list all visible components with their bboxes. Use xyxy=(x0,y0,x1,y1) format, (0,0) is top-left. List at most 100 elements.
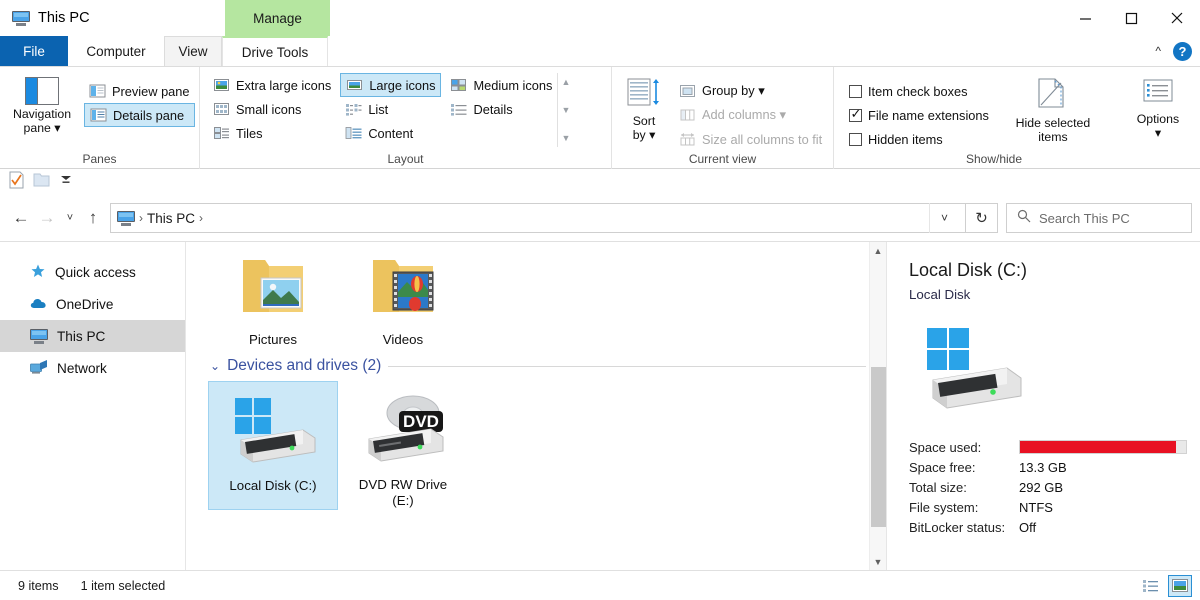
item-pictures[interactable]: Pictures xyxy=(208,242,338,349)
navigation-pane-button[interactable]: Navigation pane ▾ xyxy=(0,73,84,135)
item-check-boxes-checkbox[interactable] xyxy=(849,85,862,98)
size-all-columns-label: Size all columns to fit xyxy=(702,132,822,147)
sidebar-item-this-pc[interactable]: This PC xyxy=(0,320,185,352)
explorer-body: Quick access OneDrive This PC Network xyxy=(0,241,1200,570)
tab-view-label: View xyxy=(178,44,207,59)
options-button[interactable]: Options ▾ xyxy=(1122,73,1194,140)
folders-row: Pictures xyxy=(186,242,886,349)
item-check-boxes-option[interactable]: Item check boxes xyxy=(844,79,994,103)
status-bar: 9 items 1 item selected xyxy=(0,570,1200,600)
navigation-pane-label-2: pane ▾ xyxy=(24,121,61,135)
tab-view[interactable]: View xyxy=(164,36,222,66)
add-columns-label: Add columns ▾ xyxy=(702,107,786,123)
hide-selected-items-button[interactable]: Hide selected items xyxy=(1008,73,1098,144)
new-folder-icon[interactable] xyxy=(33,172,51,193)
back-button[interactable]: ← xyxy=(8,203,34,233)
layout-gallery-scroll[interactable]: ▲ ▼ ▼ xyxy=(557,73,573,147)
list-label: List xyxy=(368,102,388,117)
address-dropdown-icon[interactable]: ˅ xyxy=(929,203,959,233)
item-videos[interactable]: Videos xyxy=(338,242,468,349)
size-columns-icon xyxy=(679,131,696,147)
tab-drive-tools[interactable]: Drive Tools xyxy=(222,36,328,66)
up-button[interactable]: ↑ xyxy=(80,203,106,233)
sidebar-item-onedrive[interactable]: OneDrive xyxy=(0,288,185,320)
layout-small-icons[interactable]: Small icons xyxy=(208,97,336,121)
breadcrumb-separator-1[interactable]: › xyxy=(199,211,203,225)
tab-computer[interactable]: Computer xyxy=(68,36,164,66)
ribbon-right-controls: ^ ? xyxy=(1155,36,1192,66)
sidebar-item-network[interactable]: Network xyxy=(0,352,185,384)
customize-dropdown-icon[interactable] xyxy=(59,173,73,191)
sidebar-item-quick-access[interactable]: Quick access xyxy=(0,256,185,288)
sort-by-button[interactable]: Sort by ▾ xyxy=(620,73,668,142)
breadcrumb-item-this-pc[interactable]: This PC xyxy=(147,211,195,226)
collapse-ribbon-icon[interactable]: ^ xyxy=(1155,44,1161,58)
this-pc-icon xyxy=(12,11,30,26)
item-pictures-label: Pictures xyxy=(245,331,301,349)
group-header-devices-and-drives[interactable]: ⌄ Devices and drives (2) xyxy=(186,357,886,375)
maximize-button[interactable] xyxy=(1108,0,1154,36)
large-icons-view-button[interactable] xyxy=(1168,575,1192,597)
scroll-up-icon[interactable]: ▲ xyxy=(870,242,886,259)
property-key-space-used: Space used: xyxy=(909,440,1019,455)
sidebar-label-network: Network xyxy=(57,361,107,376)
details-pane-toggle[interactable]: Details pane xyxy=(84,103,195,127)
file-name-extensions-checkbox[interactable] xyxy=(849,109,862,122)
scrollbar-thumb[interactable] xyxy=(871,367,886,527)
contextual-tab-manage[interactable]: Manage xyxy=(225,0,330,36)
details-properties: Space used: Space free: 13.3 GB Total si… xyxy=(909,437,1200,537)
details-label: Details xyxy=(473,102,512,117)
content-scrollbar[interactable]: ▲ ▼ xyxy=(869,242,886,570)
scroll-down-icon[interactable]: ▼ xyxy=(870,553,886,570)
search-input[interactable]: Search This PC xyxy=(1006,203,1192,233)
layout-medium-icons[interactable]: Medium icons xyxy=(445,73,557,97)
preview-pane-toggle[interactable]: Preview pane xyxy=(84,79,195,103)
layout-content[interactable]: Content xyxy=(340,121,441,145)
group-by-button[interactable]: Group by ▾ xyxy=(674,79,827,103)
properties-icon[interactable] xyxy=(8,171,25,194)
layout-large-icons[interactable]: Large icons xyxy=(340,73,441,97)
local-disk-large-icon xyxy=(919,324,1200,421)
close-button[interactable] xyxy=(1154,0,1200,36)
breadcrumb[interactable]: › This PC › ˅ xyxy=(110,203,966,233)
pictures-folder-icon xyxy=(235,250,311,327)
hidden-items-option[interactable]: Hidden items xyxy=(844,127,994,151)
property-row-bitlocker-status: BitLocker status: Off xyxy=(909,517,1200,537)
size-all-columns-button: Size all columns to fit xyxy=(674,127,827,151)
property-value-total-size: 292 GB xyxy=(1019,480,1063,495)
layout-tiles[interactable]: Tiles xyxy=(208,121,336,145)
extra-large-icons-icon xyxy=(213,77,230,93)
item-dvd-rw-drive-e[interactable]: DVD DVD RW Drive (E:) xyxy=(338,381,468,510)
tab-file[interactable]: File xyxy=(0,36,68,66)
chevron-down-icon[interactable]: ⌄ xyxy=(210,359,220,373)
options-label-2: ▾ xyxy=(1155,126,1161,140)
window-title-area: This PC xyxy=(0,0,90,36)
hidden-items-label: Hidden items xyxy=(868,132,943,147)
small-icons-icon xyxy=(213,101,230,117)
sidebar-label-this-pc: This PC xyxy=(57,329,105,344)
preview-pane-label: Preview pane xyxy=(112,84,190,99)
hidden-items-checkbox[interactable] xyxy=(849,133,862,146)
file-name-extensions-option[interactable]: File name extensions xyxy=(844,103,994,127)
file-list-view[interactable]: Pictures xyxy=(186,242,886,570)
tab-computer-label: Computer xyxy=(86,44,145,59)
gallery-scroll-up-icon[interactable]: ▲ xyxy=(561,77,570,87)
details-view-button[interactable] xyxy=(1138,575,1162,597)
quick-access-toolbar xyxy=(0,169,1200,195)
help-icon[interactable]: ? xyxy=(1173,42,1192,61)
drives-row: Local Disk (C:) DVD xyxy=(186,381,886,510)
refresh-button[interactable]: ↻ xyxy=(966,203,998,233)
medium-icons-label: Medium icons xyxy=(473,78,552,93)
gallery-scroll-down-icon[interactable]: ▼ xyxy=(561,105,570,115)
layout-list[interactable]: List xyxy=(340,97,441,121)
recent-locations-button[interactable]: ˅ xyxy=(60,203,80,233)
ribbon-group-current-view-label: Current view xyxy=(612,152,833,169)
layout-details[interactable]: Details xyxy=(445,97,557,121)
group-header-label: Devices and drives (2) xyxy=(227,357,381,375)
item-local-disk-c[interactable]: Local Disk (C:) xyxy=(208,381,338,510)
minimize-button[interactable] xyxy=(1062,0,1108,36)
gallery-more-icon[interactable]: ▼ xyxy=(561,133,570,143)
navigation-pane-label-1: Navigation xyxy=(13,107,71,121)
layout-extra-large-icons[interactable]: Extra large icons xyxy=(208,73,336,97)
property-value-bitlocker-status: Off xyxy=(1019,520,1036,535)
